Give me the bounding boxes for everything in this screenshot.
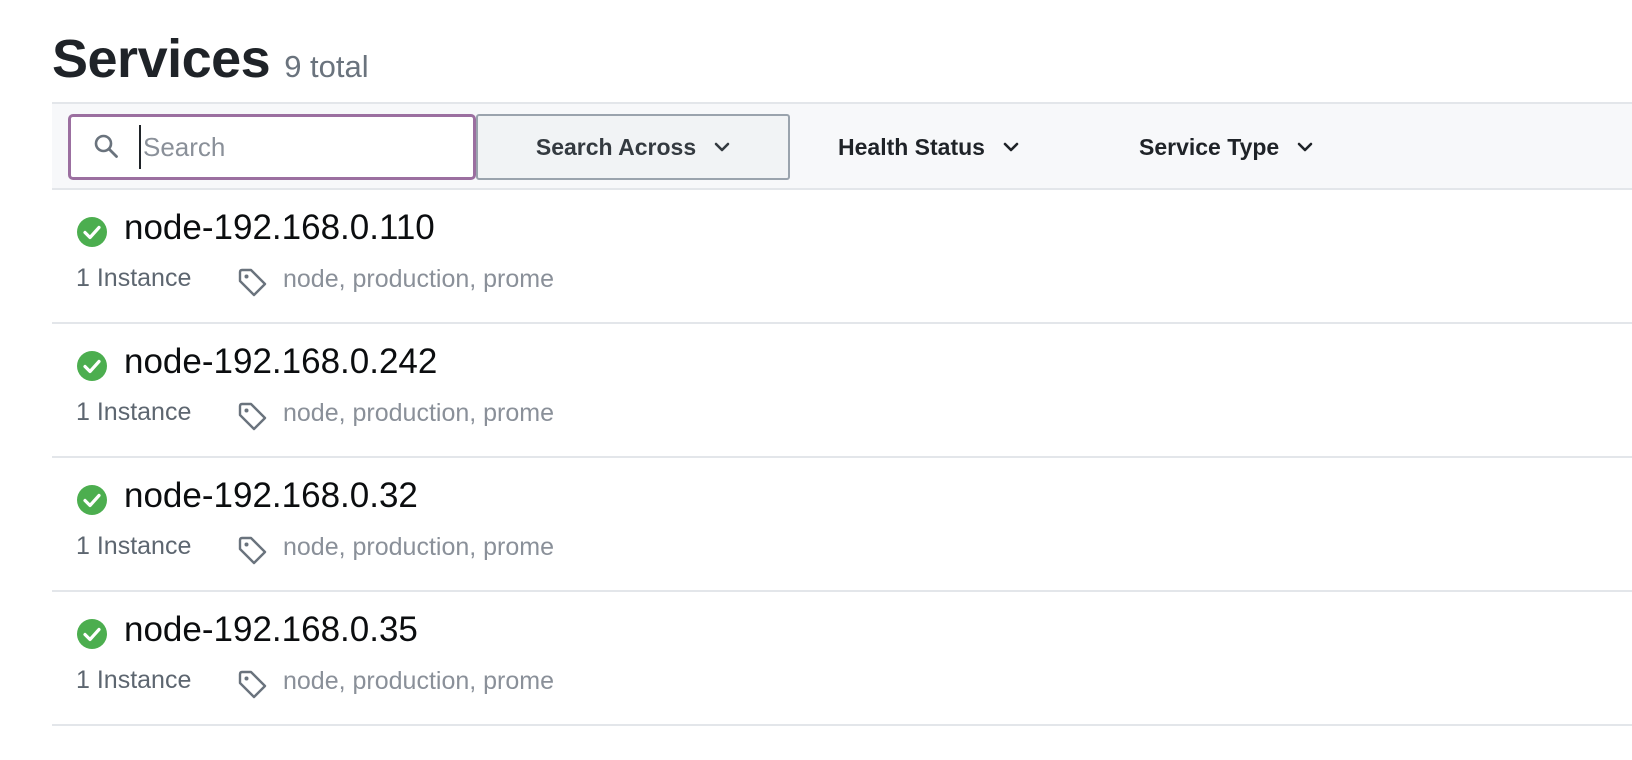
service-name[interactable]: node-192.168.0.110 [124,208,435,248]
service-tags: node, production, prome [283,667,555,695]
instance-count: 1 Instance [76,398,192,426]
filter-toolbar: Search Across Health Status Service Type [52,102,1632,190]
search-box[interactable] [68,114,476,180]
service-row[interactable]: node-192.168.0.32 1 Instance node, produ… [52,458,1632,592]
chevron-down-icon [1297,142,1313,152]
services-page: Services 9 total Search Across Health St… [0,0,1632,760]
health-status-dropdown[interactable]: Health Status [838,114,1019,180]
check-circle-icon [77,351,107,381]
instance-count: 1 Instance [76,264,192,292]
service-row[interactable]: node-192.168.0.242 1 Instance node, prod… [52,324,1632,458]
tag-icon [238,402,267,431]
search-across-label: Search Across [535,133,697,160]
service-tags: node, production, prome [283,265,555,293]
service-list: node-192.168.0.110 1 Instance node, prod… [52,190,1632,726]
service-row[interactable]: node-192.168.0.110 1 Instance node, prod… [52,190,1632,324]
search-input[interactable] [139,125,463,169]
instance-count: 1 Instance [76,532,192,560]
tag-icon [238,268,267,297]
search-across-dropdown[interactable]: Search Across [476,114,790,180]
service-name[interactable]: node-192.168.0.242 [124,342,437,382]
page-header: Services 9 total [52,28,369,90]
tag-icon [238,536,267,565]
chevron-down-icon [714,142,730,152]
instance-count: 1 Instance [76,666,192,694]
service-type-dropdown[interactable]: Service Type [1139,114,1313,180]
service-type-label: Service Type [1139,133,1280,160]
tag-icon [238,670,267,699]
service-name[interactable]: node-192.168.0.32 [124,476,418,516]
page-title: Services [52,29,271,89]
check-circle-icon [77,619,107,649]
chevron-down-icon [1003,142,1019,152]
check-circle-icon [77,485,107,515]
service-tags: node, production, prome [283,399,555,427]
check-circle-icon [77,217,107,247]
service-count: 9 total [284,49,369,84]
search-icon [94,134,118,158]
health-status-label: Health Status [838,133,985,160]
service-name[interactable]: node-192.168.0.35 [124,610,418,650]
service-row[interactable]: node-192.168.0.35 1 Instance node, produ… [52,592,1632,726]
service-tags: node, production, prome [283,533,555,561]
